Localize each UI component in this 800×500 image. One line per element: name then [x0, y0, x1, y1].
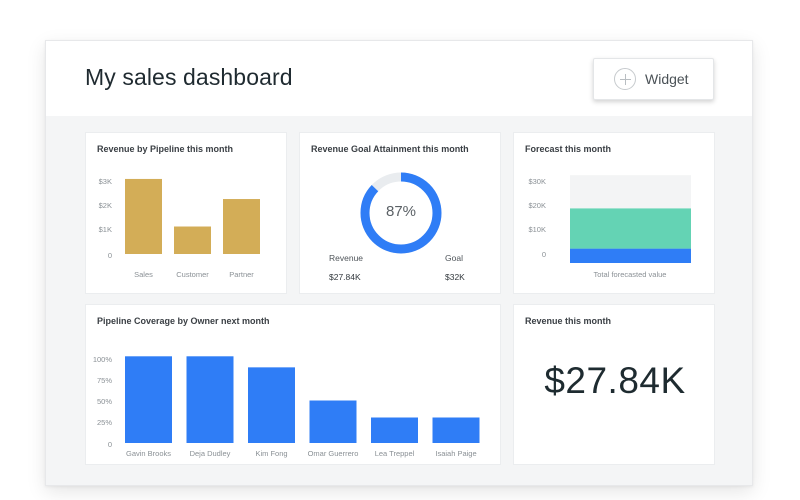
y-tick-label: $1K: [99, 225, 112, 234]
add-widget-button[interactable]: Widget: [593, 58, 714, 100]
revenue-by-pipeline-card[interactable]: Revenue by Pipeline this month $3K $2K $1K…: [85, 132, 287, 294]
x-tick-label: Customer: [176, 270, 209, 279]
y-tick-label: 25%: [97, 418, 112, 427]
page-title: My sales dashboard: [85, 64, 293, 90]
forecast-segment-remaining: [570, 175, 691, 209]
dashboard-header: My sales dashboard Widget: [46, 41, 752, 116]
bar: [371, 417, 418, 443]
x-tick-label: Lea Treppel: [375, 449, 415, 458]
bar: [125, 356, 172, 443]
card-title: Revenue Goal Attainment this month: [311, 144, 469, 154]
goal-key-label: Goal: [445, 253, 463, 263]
bar: [309, 400, 357, 443]
x-tick-label: Deja Dudley: [190, 449, 231, 458]
bar: [174, 226, 211, 254]
y-tick-label: 0: [108, 440, 112, 449]
bar: [125, 178, 162, 254]
y-tick-label: $30K: [528, 177, 546, 186]
revenue-value: $27.84K: [544, 360, 686, 401]
forecast-card[interactable]: Forecast this month $30K $20K $10K 0 Total f…: [513, 132, 715, 294]
bar: [223, 199, 260, 254]
forecast-segment-forecast: [570, 208, 691, 249]
pipeline-coverage-card[interactable]: Pipeline Coverage by Owner next month 10…: [85, 304, 501, 465]
bar: [432, 417, 480, 443]
y-tick-label: 75%: [97, 376, 112, 385]
revenue-by-pipeline-chart: $3K $2K $1K 0 Sales Customer Partner: [99, 177, 260, 279]
x-tick-label: Gavin Brooks: [126, 449, 171, 458]
y-tick-label: 50%: [97, 397, 112, 406]
card-title: Revenue by Pipeline this month: [97, 144, 234, 154]
y-tick-label: $20K: [528, 201, 546, 210]
bar: [248, 367, 295, 443]
revenue-this-month-card[interactable]: Revenue this month $27.84K: [513, 304, 715, 465]
plus-circle-icon: [614, 68, 636, 90]
x-tick-label: Partner: [229, 270, 254, 279]
x-tick-label: Total forecasted value: [594, 270, 667, 279]
revenue-key-label: Revenue: [329, 253, 364, 263]
forecast-segment-closed: [570, 248, 691, 263]
card-title: Forecast this month: [525, 144, 612, 154]
pipeline-coverage-chart: 100% 75% 50% 25% 0 Gavin Brooks Deja Dudley Kim…: [93, 355, 480, 458]
goal-percent: 87%: [385, 203, 417, 220]
card-title: Pipeline Coverage by Owner next month: [97, 316, 270, 326]
y-tick-label: $2K: [99, 201, 112, 210]
y-tick-label: 100%: [93, 355, 113, 364]
goal-attainment-card[interactable]: Revenue Goal Attainment this month 87% R…: [299, 132, 501, 294]
x-tick-label: Kim Fong: [255, 449, 287, 458]
y-tick-label: $3K: [99, 177, 112, 186]
bar: [186, 356, 234, 443]
x-tick-label: Isaiah Paige: [435, 449, 476, 458]
goal-key-value: $32K: [445, 272, 465, 282]
dashboard-window: My sales dashboard Widget Revenue by Pip…: [45, 40, 753, 486]
y-tick-label: 0: [108, 251, 112, 260]
add-widget-label: Widget: [645, 71, 689, 87]
x-tick-label: Omar Guerrero: [308, 449, 359, 458]
forecast-chart: $30K $20K $10K 0 Total forecasted value: [528, 175, 691, 279]
y-tick-label: $10K: [528, 225, 546, 234]
x-tick-label: Sales: [134, 270, 153, 279]
y-tick-label: 0: [542, 250, 546, 259]
card-title: Revenue this month: [525, 316, 612, 326]
revenue-key-value: $27.84K: [329, 272, 361, 282]
